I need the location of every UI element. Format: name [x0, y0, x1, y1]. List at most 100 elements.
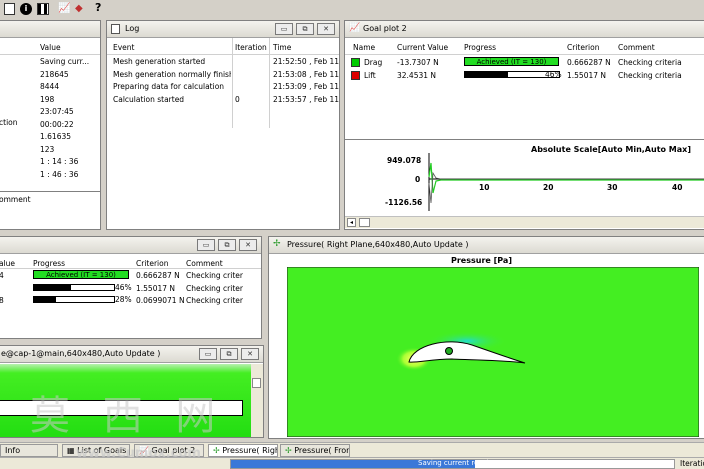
table-icon[interactable]	[37, 3, 49, 15]
log-header-sep	[107, 54, 339, 55]
goal-achieved-bar: Achieved (IT = 130)	[33, 270, 129, 279]
close-button[interactable]: ✕	[317, 23, 335, 35]
pressure-plot	[287, 267, 699, 437]
param-value: 123	[40, 144, 55, 154]
diamond-icon[interactable]: ◆	[75, 3, 83, 15]
scroll-left-arrow[interactable]: ◂	[347, 218, 356, 227]
minimize-button[interactable]: ▭	[199, 348, 217, 360]
pressure-titlebar: ✢ Pressure( Right Plane,640x480,Auto Upd…	[269, 237, 704, 254]
param-value: 1.61635	[40, 132, 72, 141]
watermark-url: www.Cumox.com	[76, 446, 201, 461]
goal-plot-titlebar: 📈 Goal plot 2	[345, 21, 704, 38]
goal-comment: Checking criter	[186, 296, 243, 305]
y-tick-zero: 0	[415, 175, 421, 184]
close-button[interactable]: ✕	[241, 348, 259, 360]
restore-button[interactable]: ⧉	[220, 348, 238, 360]
vertical-scrollbar[interactable]	[251, 364, 263, 437]
log-time: 21:53:08 , Feb 11	[273, 69, 340, 79]
x-tick-30: 30	[607, 183, 618, 192]
param-value: 00:00:22	[40, 119, 74, 129]
x-tick-40: 40	[672, 183, 683, 192]
lift-series-line	[428, 171, 704, 204]
x-tick-10: 10	[479, 183, 490, 192]
document-icon[interactable]	[4, 3, 15, 15]
parameters-pane: Value Saving curr... 218645 8444 198 23:07:4…	[0, 20, 101, 230]
goal-name: Drag	[364, 58, 383, 67]
goal-progress-label: 46%	[115, 282, 132, 292]
goal-comment: Checking criter	[186, 283, 243, 293]
series-swatch	[351, 71, 360, 80]
goal-progress-fill	[465, 72, 509, 77]
cut-plot-title: e@cap-1@main,640x480,Auto Update )	[1, 349, 161, 358]
goal-header-comment: Comment	[618, 43, 655, 52]
horizontal-scrollbar[interactable]: ◂	[345, 216, 704, 228]
log-time: 21:53:09 , Feb 11	[273, 82, 340, 91]
goal-comment: Checking criteria	[618, 58, 682, 67]
log-col-sep	[232, 38, 233, 128]
minimize-button[interactable]: ▭	[275, 23, 293, 35]
chart-icon: 📈	[349, 23, 361, 33]
goal-progress-label: 46%	[545, 70, 562, 79]
scroll-thumb[interactable]	[252, 378, 261, 388]
goals-header-value: alue	[0, 259, 16, 268]
log-header-event: Event	[113, 43, 135, 52]
info-icon[interactable]: i	[20, 3, 32, 15]
goal-header-value: Current Value	[397, 43, 449, 52]
param-value: 1 : 14 : 36	[40, 157, 79, 166]
goal-criterion: 0.666287 N	[567, 58, 611, 67]
goal-value: -13.7307 N	[397, 58, 439, 67]
status-text: Saving current results	[418, 459, 495, 467]
top-toolbar: i 📈 ◆ ?	[0, 0, 704, 18]
goal-progress-bar	[33, 283, 115, 291]
goal-name: Lift	[364, 71, 376, 80]
goal-achieved-bar: Achieved (IT = 130)	[464, 57, 559, 66]
goal-comment: Checking criter	[186, 271, 243, 280]
header-separator	[0, 54, 100, 55]
close-button[interactable]: ✕	[239, 239, 257, 251]
param-label-partial: ction	[0, 118, 18, 127]
goal-chart	[428, 153, 704, 211]
cut-plot-icon: ✢	[285, 446, 295, 455]
restore-button[interactable]: ⧉	[296, 23, 314, 35]
goal-criterion: 0.0699071 N	[136, 296, 185, 305]
y-tick-bottom: -1126.56	[385, 198, 423, 207]
goal-header-sep	[345, 54, 704, 55]
list-of-goals-pane: ▭⧉✕ alue Progress Criterion Comment 4 Ach…	[0, 236, 262, 339]
scroll-thumb[interactable]	[359, 218, 370, 227]
separator	[0, 191, 100, 192]
goal-value: 8	[0, 296, 4, 305]
goal-plot-title: Goal plot 2	[363, 24, 407, 33]
cut-plot-icon: ✢	[213, 446, 223, 455]
tab-info[interactable]: Info	[0, 444, 58, 457]
minimize-button[interactable]: ▭	[197, 239, 215, 251]
goal-value: 4	[0, 271, 4, 280]
goals-header-criterion: Criterion	[136, 259, 169, 268]
goal-header-name: Name	[353, 43, 376, 52]
goal-value: 32.4531 N	[397, 71, 437, 80]
tab-label: Pressure( Right F	[222, 446, 277, 455]
goal-progress-fill	[34, 284, 71, 290]
param-value: 8444	[40, 82, 60, 91]
tab-label: Pressure( Front F	[294, 446, 349, 455]
goals-titlebar: ▭ ⧉ ✕	[0, 237, 261, 254]
param-value: 198	[40, 94, 55, 104]
param-value: Saving curr...	[40, 57, 90, 66]
cut-plot-titlebar: e@cap-1@main,640x480,Auto Update ) ▭ ⧉ ✕	[0, 346, 263, 363]
watermark-logo: 莫 西 网	[30, 393, 226, 439]
log-event: Mesh generation normally finish...	[113, 69, 231, 79]
tab-pressure-front[interactable]: ✢ Pressure( Front F	[280, 444, 350, 457]
log-header-iteration: Iteration	[235, 43, 267, 52]
goals-header-progress: Progress	[33, 259, 66, 268]
log-pane: Log ▭ ⧉ ✕ Event Iteration Time Mesh genera…	[106, 20, 340, 230]
goal-criterion: 0.666287 N	[136, 271, 180, 280]
goals-header-comment: Comment	[186, 259, 223, 268]
log-header-time: Time	[273, 43, 292, 52]
cut-plot-icon: ✢	[273, 239, 281, 249]
pressure-pane: ✢ Pressure( Right Plane,640x480,Auto Upd…	[268, 236, 704, 439]
chart-icon[interactable]: 📈	[58, 3, 70, 15]
param-value: 23:07:45	[40, 107, 74, 116]
status-right: Iteratic	[680, 459, 704, 468]
restore-button[interactable]: ⧉	[218, 239, 236, 251]
help-icon[interactable]: ?	[95, 2, 101, 14]
tab-pressure-right[interactable]: ✢ Pressure( Right F	[208, 444, 278, 457]
